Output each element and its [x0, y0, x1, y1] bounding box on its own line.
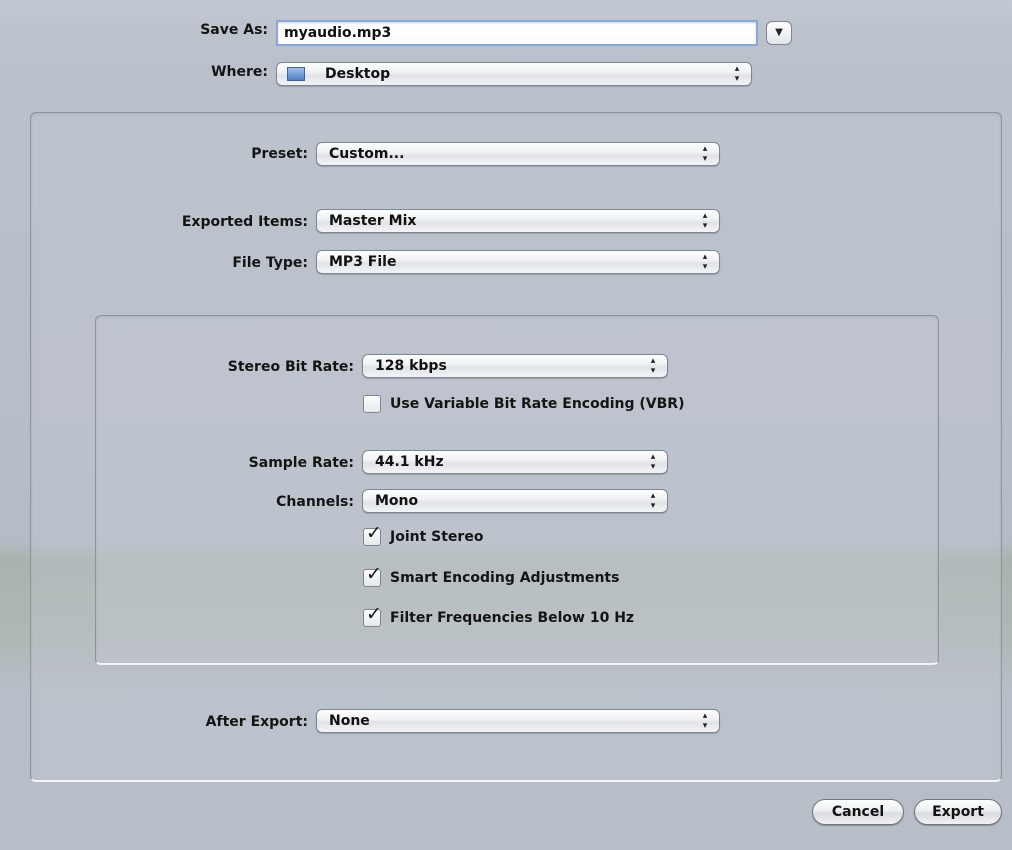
- up-down-arrows-icon: ▴ ▾: [650, 452, 656, 472]
- checkmark-icon: ✓: [366, 603, 382, 625]
- exported-items-popup[interactable]: Master Mix ▴ ▾: [316, 209, 720, 233]
- preset-popup[interactable]: Custom... ▴ ▾: [316, 142, 720, 166]
- filter-frequencies-checkbox[interactable]: ✓: [363, 604, 382, 627]
- up-down-arrows-icon: ▴ ▾: [702, 144, 708, 164]
- cancel-button[interactable]: Cancel: [812, 799, 904, 825]
- filter-frequencies-label: Filter Frequencies Below 10 Hz: [390, 610, 635, 626]
- checkmark-icon: ✓: [366, 522, 382, 544]
- after-export-label: After Export:: [205, 714, 308, 730]
- up-down-arrows-icon: ▴ ▾: [702, 711, 708, 731]
- exported-items-value: Master Mix: [329, 213, 417, 229]
- save-as-field[interactable]: myaudio.mp3: [276, 20, 758, 46]
- sample-rate-label: Sample Rate:: [248, 455, 354, 471]
- where-label: Where:: [211, 64, 268, 80]
- chevron-down-icon: ▼: [775, 27, 783, 38]
- sample-rate-popup[interactable]: 44.1 kHz ▴ ▾: [362, 450, 668, 474]
- stereo-bit-rate-popup[interactable]: 128 kbps ▴ ▾: [362, 354, 668, 378]
- up-down-arrows-icon: ▴ ▾: [650, 491, 656, 511]
- export-button[interactable]: Export: [914, 799, 1002, 825]
- up-down-arrows-icon: ▴ ▾: [702, 211, 708, 231]
- where-value: Desktop: [325, 66, 391, 82]
- vbr-label: Use Variable Bit Rate Encoding (VBR): [390, 396, 685, 412]
- where-popup[interactable]: Desktop ▴ ▾: [276, 62, 752, 86]
- joint-stereo-label: Joint Stereo: [390, 529, 484, 545]
- preset-value: Custom...: [329, 146, 405, 162]
- joint-stereo-checkbox[interactable]: ✓: [363, 523, 382, 546]
- vbr-checkbox[interactable]: [363, 395, 381, 413]
- channels-label: Channels:: [276, 494, 354, 510]
- stereo-bit-rate-label: Stereo Bit Rate:: [227, 359, 354, 375]
- channels-value: Mono: [375, 493, 419, 509]
- exported-items-label: Exported Items:: [181, 214, 308, 230]
- expand-dialog-button[interactable]: ▼: [766, 21, 792, 45]
- file-type-label: File Type:: [232, 255, 308, 271]
- after-export-popup[interactable]: None ▴ ▾: [316, 709, 720, 733]
- preset-label: Preset:: [251, 146, 308, 162]
- sample-rate-value: 44.1 kHz: [375, 454, 444, 470]
- checkmark-icon: ✓: [366, 563, 382, 585]
- smart-encoding-label: Smart Encoding Adjustments: [390, 570, 620, 586]
- up-down-arrows-icon: ▴ ▾: [734, 64, 740, 84]
- up-down-arrows-icon: ▴ ▾: [702, 252, 708, 272]
- smart-encoding-checkbox[interactable]: ✓: [363, 564, 382, 587]
- save-as-label: Save As:: [200, 22, 268, 38]
- after-export-value: None: [329, 713, 370, 729]
- file-type-popup[interactable]: MP3 File ▴ ▾: [316, 250, 720, 274]
- desktop-folder-icon: [287, 67, 305, 81]
- up-down-arrows-icon: ▴ ▾: [650, 356, 656, 376]
- channels-popup[interactable]: Mono ▴ ▾: [362, 489, 668, 513]
- file-type-value: MP3 File: [329, 254, 397, 270]
- stereo-bit-rate-value: 128 kbps: [375, 358, 447, 374]
